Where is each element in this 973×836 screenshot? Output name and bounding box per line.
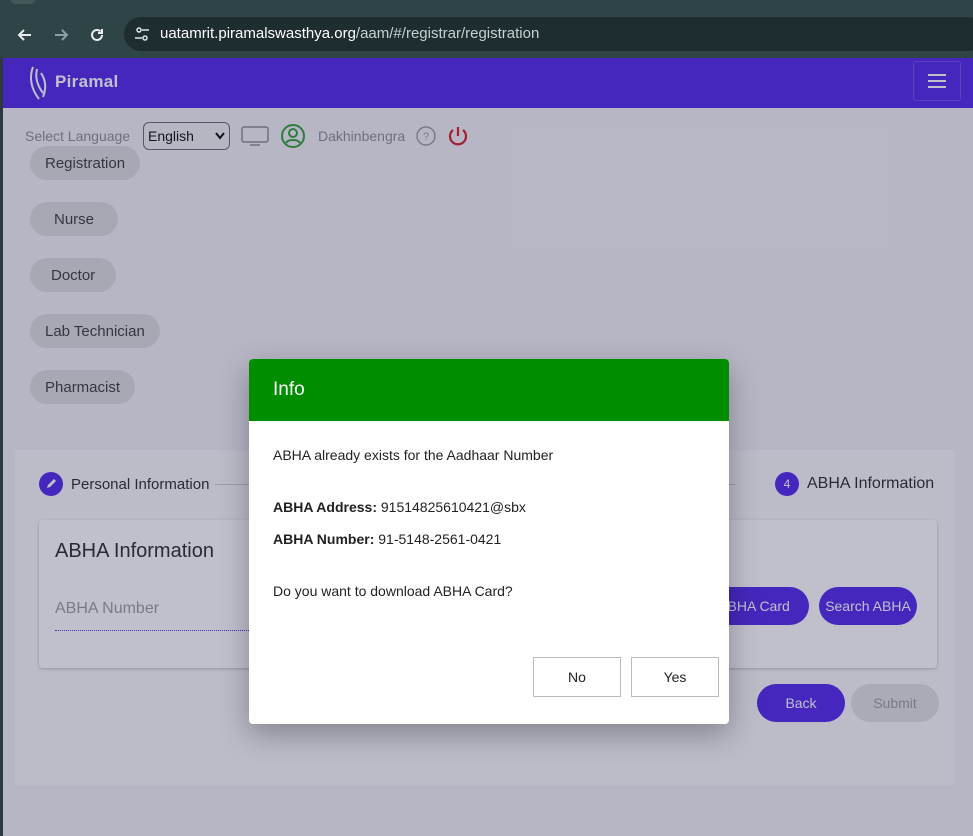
browser-tabstrip [0,0,973,12]
url-path: /aam/#/registrar/registration [355,25,540,42]
dialog-question: Do you want to download ABHA Card? [273,583,513,599]
url-host: uatamrit.piramalswasthya.org [160,25,356,42]
back-arrow-icon[interactable] [13,23,37,47]
page: Piramal Select Language English Dakhinbe… [3,58,973,836]
forward-arrow-icon[interactable] [49,23,73,47]
abha-number-value: 91-5148-2561-0421 [378,531,502,547]
browser-tab[interactable] [10,0,36,4]
site-settings-icon[interactable] [134,26,150,47]
yes-button[interactable]: Yes [631,657,719,697]
reload-icon[interactable] [85,23,109,47]
abha-number-line: ABHA Number: 91-5148-2561-0421 [273,531,501,547]
browser-toolbar: uatamrit.piramalswasthya.org/aam/#/regis… [0,12,973,58]
abha-number-label: ABHA Number: [273,531,375,547]
dialog-title: Info [249,359,729,421]
url-text: uatamrit.piramalswasthya.org/aam/#/regis… [160,25,539,42]
abha-address-label: ABHA Address: [273,499,377,515]
abha-address-line: ABHA Address: 91514825610421@sbx [273,499,526,515]
no-button[interactable]: No [533,657,621,697]
info-dialog: Info ABHA already exists for the Aadhaar… [249,359,729,724]
address-bar[interactable]: uatamrit.piramalswasthya.org/aam/#/regis… [124,17,973,51]
abha-address-value: 91514825610421@sbx [380,499,526,515]
dialog-message: ABHA already exists for the Aadhaar Numb… [273,447,554,463]
